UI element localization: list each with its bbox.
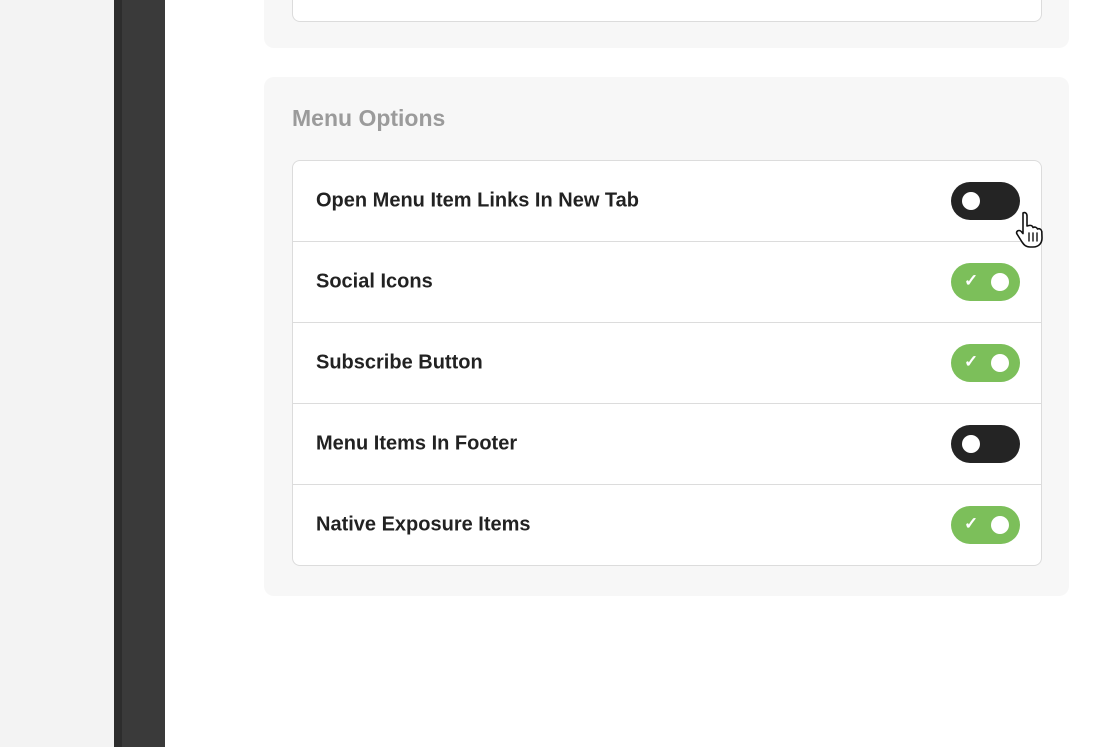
hand-pointer-icon bbox=[1015, 211, 1043, 248]
side-rail-edge bbox=[114, 0, 122, 747]
native-exposure-items-toggle[interactable]: ✓ bbox=[951, 506, 1020, 544]
previous-section-card bbox=[292, 0, 1042, 22]
option-row-menu-items-footer: Menu Items In Footer ✓ bbox=[293, 404, 1041, 485]
check-icon: ✓ bbox=[964, 271, 979, 290]
option-label: Menu Items In Footer bbox=[316, 432, 518, 455]
option-row-subscribe-button: Subscribe Button ✓ bbox=[293, 323, 1041, 404]
toggle-knob bbox=[991, 354, 1009, 372]
menu-options-section: Menu Options Open Menu Item Links In New… bbox=[264, 77, 1069, 596]
option-label: Open Menu Item Links In New Tab bbox=[316, 189, 639, 212]
check-icon: ✓ bbox=[964, 514, 979, 533]
option-row-social-icons: Social Icons ✓ bbox=[293, 242, 1041, 323]
subscribe-button-toggle[interactable]: ✓ bbox=[951, 344, 1020, 382]
option-label: Native Exposure Items bbox=[316, 513, 531, 536]
option-row-native-exposure-items: Native Exposure Items ✓ bbox=[293, 485, 1041, 565]
open-links-new-tab-toggle[interactable]: ✓ bbox=[951, 182, 1020, 220]
toggle-knob bbox=[991, 516, 1009, 534]
menu-options-card: Open Menu Item Links In New Tab ✓ Social… bbox=[292, 160, 1042, 566]
section-title: Menu Options bbox=[292, 105, 446, 131]
social-icons-toggle[interactable]: ✓ bbox=[951, 263, 1020, 301]
toggle-knob bbox=[962, 435, 980, 453]
toggle-knob bbox=[991, 273, 1009, 291]
left-pane bbox=[0, 0, 114, 747]
toggle-knob bbox=[962, 192, 980, 210]
check-icon: ✓ bbox=[964, 352, 979, 371]
option-label: Social Icons bbox=[316, 270, 433, 293]
option-row-open-links-new-tab: Open Menu Item Links In New Tab ✓ bbox=[293, 161, 1041, 242]
option-label: Subscribe Button bbox=[316, 351, 483, 374]
menu-items-footer-toggle[interactable]: ✓ bbox=[951, 425, 1020, 463]
